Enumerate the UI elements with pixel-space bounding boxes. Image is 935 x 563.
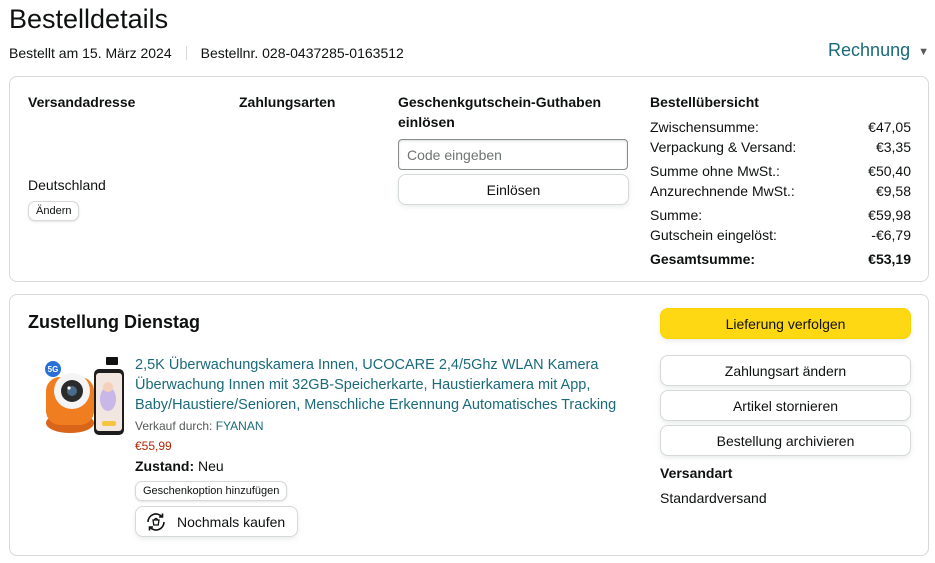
shipping-method-heading: Versandart <box>660 465 733 481</box>
summary-label: Gutschein eingelöst: <box>650 227 777 243</box>
buy-again-label: Nochmals kaufen <box>177 513 286 530</box>
add-gift-option-button[interactable]: Geschenkoption hinzufügen <box>135 481 288 501</box>
condition-label: Zustand: <box>135 458 195 474</box>
gift-card-heading: Geschenkgutschein-Guthaben einlösen <box>398 94 602 130</box>
summary-value: €3,35 <box>875 139 911 155</box>
address-heading: Versandadresse <box>28 94 136 110</box>
summary-row: Zwischensumme: €47,05 <box>650 117 911 137</box>
summary-label: Summe: <box>650 207 703 223</box>
seller-line: Verkauf durch: FYANAN <box>135 419 264 433</box>
summary-label: Summe ohne MwSt.: <box>650 163 780 179</box>
buy-again-button[interactable]: Nochmals kaufen <box>135 506 299 537</box>
summary-total-label: Gesamtsumme: <box>650 251 756 267</box>
cancel-item-button[interactable]: Artikel stornieren <box>660 390 911 421</box>
summary-row: Gutschein eingelöst: -€6,79 <box>650 225 911 245</box>
order-date: Bestellt am 15. März 2024 <box>9 45 172 61</box>
redeem-button[interactable]: Einlösen <box>398 174 629 205</box>
product-price: €55,99 <box>135 439 172 453</box>
rebuy-icon <box>147 512 165 531</box>
product-title-link[interactable]: 2,5K Überwachungskamera Innen, UCOCARE 2… <box>135 355 625 415</box>
condition-value: Neu <box>198 458 224 474</box>
chevron-down-icon: ▼ <box>918 45 929 58</box>
summary-label: Verpackung & Versand: <box>650 139 797 155</box>
order-summary: Zwischensumme: €47,05 Verpackung & Versa… <box>650 117 911 269</box>
summary-label: Anzurechnende MwSt.: <box>650 183 795 199</box>
invoice-dropdown[interactable]: Rechnung ▼ <box>828 40 929 61</box>
change-address-button[interactable]: Ändern <box>28 201 80 221</box>
summary-value: €9,58 <box>875 183 911 199</box>
track-delivery-button[interactable]: Lieferung verfolgen <box>660 308 911 339</box>
svg-text:5G: 5G <box>48 365 59 374</box>
summary-heading: Bestellübersicht <box>650 94 759 110</box>
summary-total-value: €53,19 <box>868 251 911 267</box>
shipment-card: Zustellung Dienstag 5G 2,5K Überwachungs… <box>9 294 929 556</box>
summary-row: Summe ohne MwSt.: €50,40 <box>650 161 911 181</box>
order-number: Bestellnr. 028-0437285-0163512 <box>200 45 404 61</box>
order-meta: Bestellt am 15. März 2024 Bestellnr. 028… <box>9 45 404 61</box>
gift-code-input[interactable] <box>398 139 628 170</box>
page-title: Bestelldetails <box>9 4 169 34</box>
meta-divider <box>185 46 187 60</box>
summary-value: €59,98 <box>868 207 911 223</box>
seller-prefix: Verkauf durch: <box>135 419 213 433</box>
summary-value: €47,05 <box>868 119 911 135</box>
address-country: Deutschland <box>28 177 106 193</box>
summary-label: Zwischensumme: <box>650 119 759 135</box>
summary-row: Summe: €59,98 <box>650 205 911 225</box>
summary-total-row: Gesamtsumme: €53,19 <box>650 249 911 269</box>
archive-order-button[interactable]: Bestellung archivieren <box>660 425 911 456</box>
summary-value: -€6,79 <box>871 227 911 243</box>
change-payment-button[interactable]: Zahlungsart ändern <box>660 355 911 386</box>
invoice-label: Rechnung <box>828 40 911 60</box>
seller-link[interactable]: FYANAN <box>216 419 264 433</box>
summary-value: €50,40 <box>868 163 911 179</box>
secondary-action-buttons: Zahlungsart ändern Artikel stornieren Be… <box>660 355 911 460</box>
product-image[interactable]: 5G <box>36 355 124 445</box>
summary-row: Verpackung & Versand: €3,35 <box>650 137 911 157</box>
product-condition: Zustand: Neu <box>135 458 224 474</box>
shipping-method-value: Standardversand <box>660 490 767 506</box>
order-info-card: Versandadresse Deutschland Ändern Zahlun… <box>9 76 929 282</box>
action-buttons: Lieferung verfolgen <box>660 308 911 343</box>
payment-heading: Zahlungsarten <box>239 94 336 110</box>
delivery-title: Zustellung Dienstag <box>28 312 201 332</box>
summary-row: Anzurechnende MwSt.: €9,58 <box>650 181 911 201</box>
